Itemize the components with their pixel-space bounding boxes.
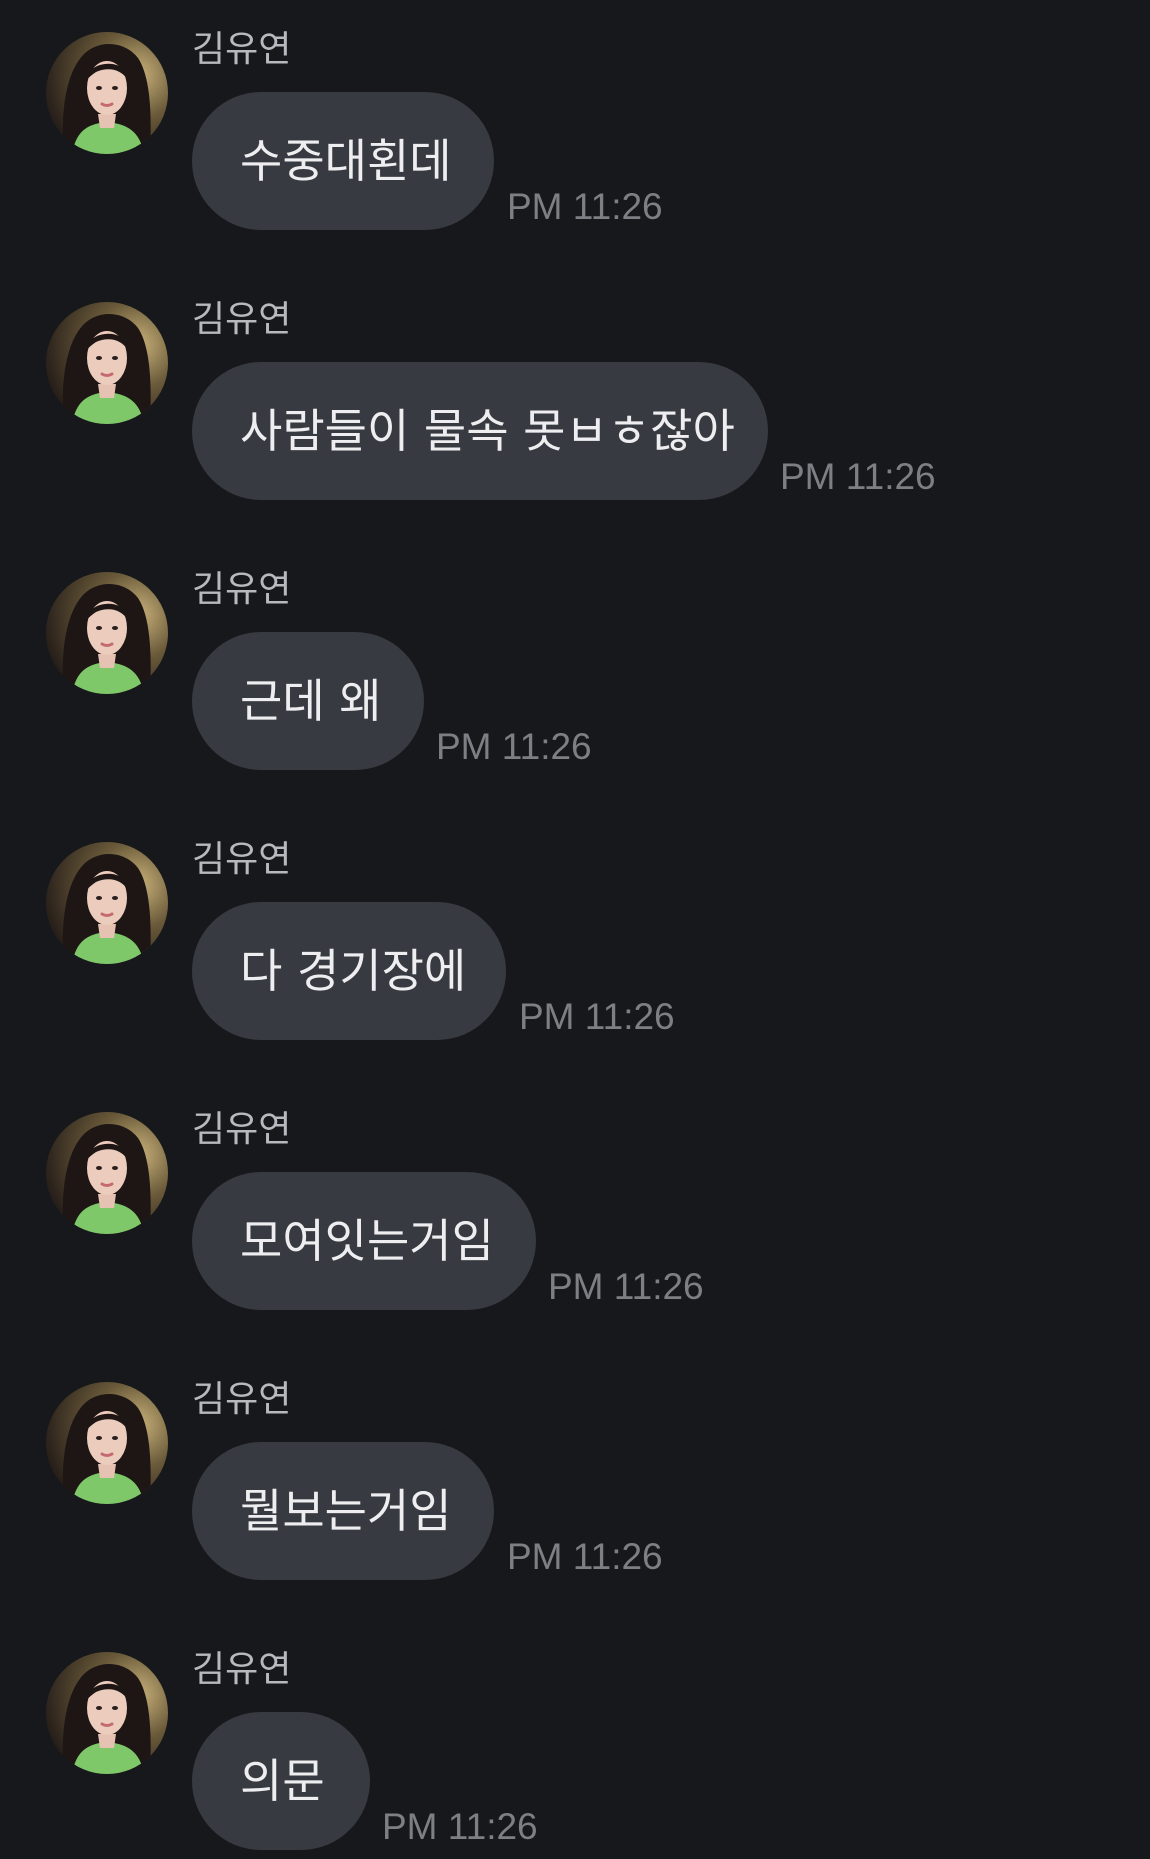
profile-photo-icon	[46, 32, 168, 154]
profile-photo-icon	[46, 1112, 168, 1234]
message-time: PM 11:26	[507, 186, 663, 227]
avatar[interactable]	[46, 1112, 168, 1234]
message-time: PM 11:26	[548, 1266, 704, 1307]
sender-name: 김유연	[192, 1109, 292, 1150]
profile-photo-icon	[46, 1652, 168, 1774]
message-bubble[interactable]: 사람들이 물속 못ㅂㅎ잖아	[192, 362, 768, 500]
message-bubble[interactable]: 다 경기장에	[192, 902, 506, 1040]
sender-name: 김유연	[192, 1649, 292, 1690]
message-row: 김유연 근데 왜 PM 11:26	[0, 540, 1150, 770]
profile-photo-icon	[46, 302, 168, 424]
chat-message-list[interactable]: 김유연 수중대횐데 PM 11:26 김유연 사람들이 물속 못ㅂㅎ잖아 PM …	[0, 0, 1150, 1859]
avatar[interactable]	[46, 1382, 168, 1504]
sender-name: 김유연	[192, 299, 292, 340]
profile-photo-icon	[46, 1382, 168, 1504]
message-time: PM 11:26	[519, 996, 675, 1037]
message-time: PM 11:26	[382, 1806, 538, 1847]
sender-name: 김유연	[192, 29, 292, 70]
sender-name: 김유연	[192, 1379, 292, 1420]
message-bubble[interactable]: 의문	[192, 1712, 370, 1850]
sender-name: 김유연	[192, 569, 292, 610]
message-row: 김유연 다 경기장에 PM 11:26	[0, 810, 1150, 1040]
message-bubble[interactable]: 뭘보는거임	[192, 1442, 494, 1580]
message-time: PM 11:26	[436, 726, 592, 767]
message-time: PM 11:26	[780, 456, 936, 497]
avatar[interactable]	[46, 572, 168, 694]
message-time: PM 11:26	[507, 1536, 663, 1577]
message-row: 김유연 뭘보는거임 PM 11:26	[0, 1350, 1150, 1580]
message-row: 김유연 모여잇는거임 PM 11:26	[0, 1080, 1150, 1310]
avatar[interactable]	[46, 842, 168, 964]
message-row: 김유연 수중대횐데 PM 11:26	[0, 0, 1150, 230]
avatar[interactable]	[46, 1652, 168, 1774]
message-bubble[interactable]: 근데 왜	[192, 632, 424, 770]
message-bubble[interactable]: 모여잇는거임	[192, 1172, 536, 1310]
sender-name: 김유연	[192, 839, 292, 880]
profile-photo-icon	[46, 572, 168, 694]
message-row: 김유연 사람들이 물속 못ㅂㅎ잖아 PM 11:26	[0, 270, 1150, 500]
message-row: 김유연 의문 PM 11:26	[0, 1620, 1150, 1850]
avatar[interactable]	[46, 302, 168, 424]
message-bubble[interactable]: 수중대횐데	[192, 92, 494, 230]
avatar[interactable]	[46, 32, 168, 154]
profile-photo-icon	[46, 842, 168, 964]
